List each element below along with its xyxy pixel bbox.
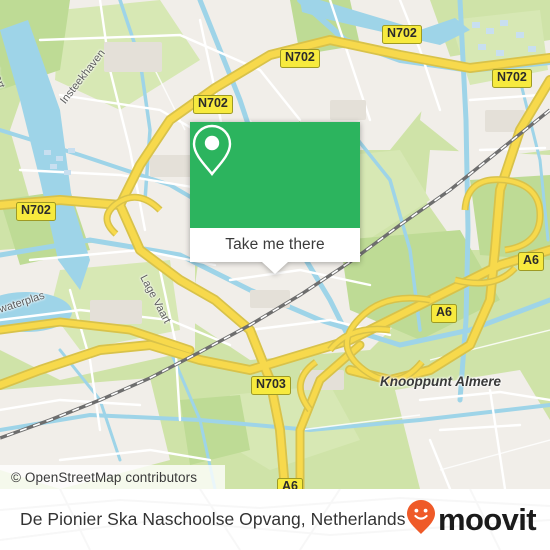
popup-pointer bbox=[262, 262, 288, 274]
road-shield-n702-4[interactable]: N702 bbox=[193, 95, 233, 114]
road-shield-n702-2[interactable]: N702 bbox=[280, 49, 320, 68]
road-shield-n702-3[interactable]: N702 bbox=[492, 69, 532, 88]
attribution-text: © OpenStreetMap contributors bbox=[11, 469, 198, 485]
moovit-wordmark: moovit bbox=[437, 502, 537, 537]
road-shield-n702-1[interactable]: N702 bbox=[382, 25, 422, 44]
map-canvas[interactable]: N702 N702 N702 N702 N702 A6 A6 N703 A6 K… bbox=[0, 0, 550, 489]
footer-bar: De Pionier Ska Naschoolse Opvang, Nether… bbox=[0, 489, 550, 550]
location-title: De Pionier Ska Naschoolse Opvang, Nether… bbox=[20, 509, 406, 529]
location-popup-card[interactable]: Take me there bbox=[190, 122, 360, 274]
road-shield-a6-2[interactable]: A6 bbox=[431, 304, 457, 323]
road-shield-n703[interactable]: N703 bbox=[251, 376, 291, 395]
map-attribution[interactable]: © OpenStreetMap contributors bbox=[0, 465, 225, 489]
road-shield-a6-3[interactable]: A6 bbox=[277, 478, 303, 489]
popup-action-bar[interactable]: Take me there bbox=[190, 228, 360, 262]
map-label-knooppunt-almere: Knooppunt Almere bbox=[380, 374, 501, 389]
road-shield-a6-1[interactable]: A6 bbox=[518, 252, 544, 271]
road-shield-n702-5[interactable]: N702 bbox=[16, 202, 56, 221]
popup-image-area bbox=[190, 122, 360, 228]
moovit-brand[interactable]: moovit bbox=[406, 489, 537, 550]
take-me-there-label: Take me there bbox=[225, 236, 325, 253]
map-screenshot: N702 N702 N702 N702 N702 A6 A6 N703 A6 K… bbox=[0, 0, 550, 550]
moovit-smiley-pin-icon bbox=[406, 499, 436, 540]
